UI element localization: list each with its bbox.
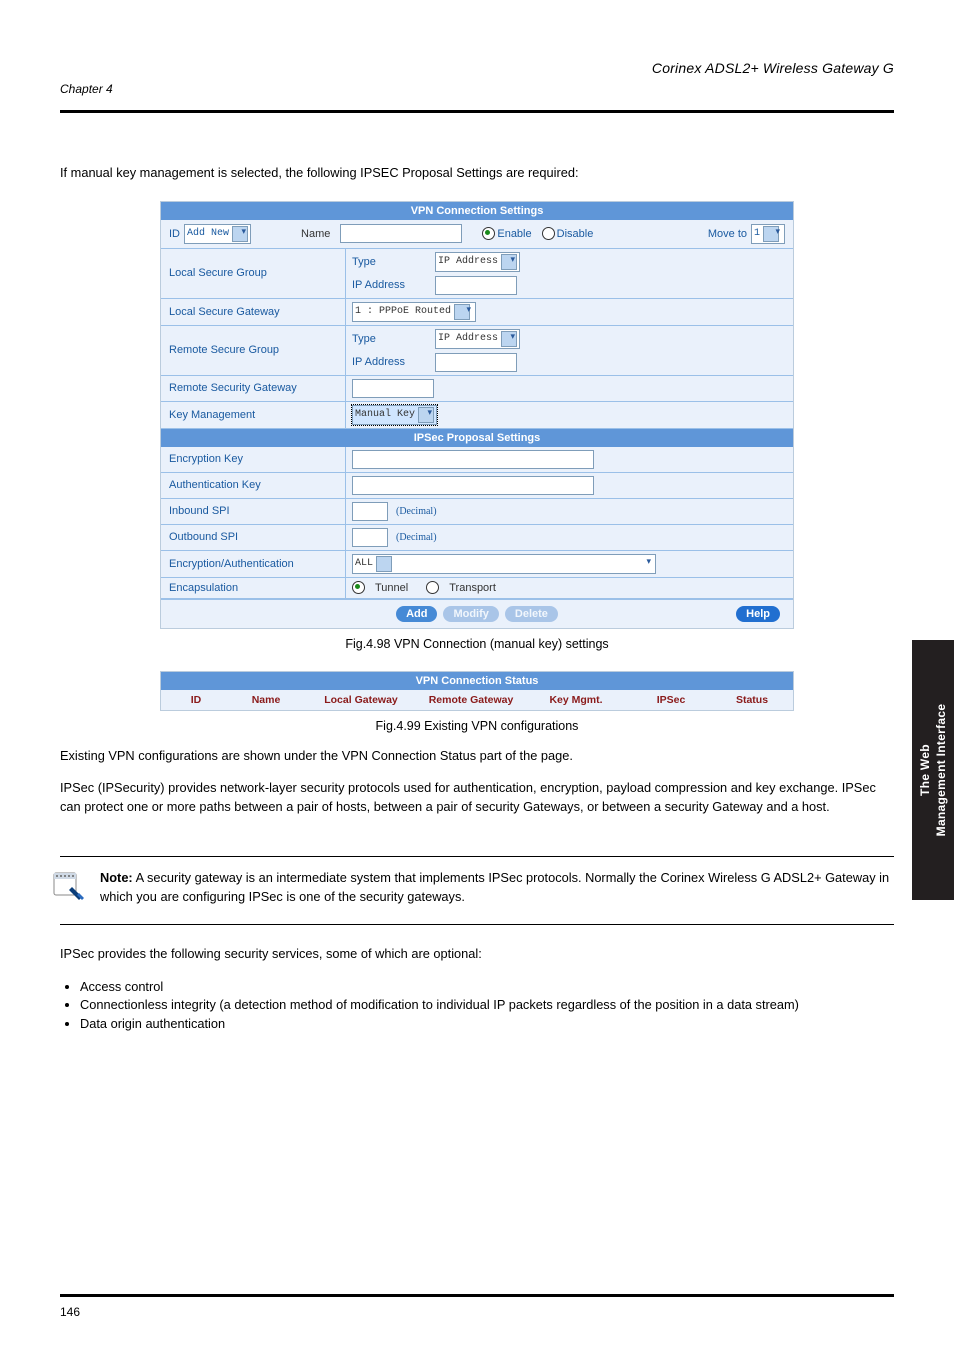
- transport-label: Transport: [449, 582, 496, 594]
- lsg-type-select[interactable]: IP Address: [435, 252, 520, 272]
- delete-button[interactable]: Delete: [505, 606, 558, 622]
- modify-button[interactable]: Modify: [443, 606, 498, 622]
- note-icon: [52, 871, 86, 901]
- id-label: ID: [169, 228, 180, 240]
- enc-auth-select[interactable]: ALL: [352, 554, 656, 574]
- figure-caption-2: Fig.4.99 Existing VPN configurations: [60, 719, 894, 733]
- figure-caption-1: Fig.4.98 VPN Connection (manual key) set…: [60, 637, 894, 651]
- th-name: Name: [231, 694, 301, 706]
- section-sidebar: The Web Management Interface: [912, 640, 954, 900]
- intro-paragraph: If manual key management is selected, th…: [60, 164, 894, 183]
- note-body: A security gateway is an intermediate sy…: [100, 870, 889, 904]
- rsg-type-label: Type: [352, 333, 427, 345]
- th-status: Status: [711, 694, 793, 706]
- help-button[interactable]: Help: [736, 606, 780, 622]
- bullet-list: Access control Connectionless integrity …: [60, 978, 894, 1034]
- encapsulation-label: Encapsulation: [161, 578, 346, 598]
- ipsec-paragraph-2: IPSec provides the following security se…: [60, 945, 894, 964]
- key-management-select[interactable]: Manual Key: [352, 405, 437, 425]
- page-number: 146: [60, 1305, 80, 1319]
- transport-radio[interactable]: [426, 581, 439, 594]
- inbound-spi-label: Inbound SPI: [161, 499, 346, 524]
- add-button[interactable]: Add: [396, 606, 437, 622]
- remote-secure-group-label: Remote Secure Group: [161, 326, 346, 375]
- after-status-paragraph: Existing VPN configurations are shown un…: [60, 747, 894, 766]
- disable-label: Disable: [557, 228, 594, 240]
- sidebar-line2: Management Interface: [934, 704, 948, 837]
- tunnel-label: Tunnel: [375, 582, 408, 594]
- sidebar-line1: The Web: [918, 744, 932, 796]
- note-box: Note: A security gateway is an intermedi…: [60, 856, 894, 925]
- th-local-gateway: Local Gateway: [301, 694, 421, 706]
- lsg-gateway-select[interactable]: 1 : PPPoE Routed: [352, 302, 476, 322]
- remote-security-gateway-input[interactable]: [352, 379, 434, 398]
- th-remote-gateway: Remote Gateway: [421, 694, 521, 706]
- id-row: ID Add New Name Enable Disable Move to 1: [161, 220, 793, 248]
- encryption-key-input[interactable]: [352, 450, 594, 469]
- rsg-ip-label: IP Address: [352, 356, 427, 368]
- enable-label: Enable: [497, 228, 531, 240]
- encryption-key-label: Encryption Key: [161, 447, 346, 472]
- local-secure-gateway-label: Local Secure Gateway: [161, 299, 346, 325]
- rsg-ip-input[interactable]: [435, 353, 517, 372]
- th-id: ID: [161, 694, 231, 706]
- th-ipsec: IPSec: [631, 694, 711, 706]
- vpn-settings-screenshot: VPN Connection Settings ID Add New Name …: [160, 201, 794, 629]
- vpn-status-screenshot: VPN Connection Status ID Name Local Gate…: [160, 671, 794, 711]
- lsg-type-label: Type: [352, 256, 427, 268]
- bullet-item: Data origin authentication: [80, 1015, 894, 1034]
- authentication-key-label: Authentication Key: [161, 473, 346, 498]
- moveto-select[interactable]: 1: [751, 224, 785, 244]
- id-select[interactable]: Add New: [184, 224, 251, 244]
- lsg-ip-input[interactable]: [435, 276, 517, 295]
- outbound-spi-label: Outbound SPI: [161, 525, 346, 550]
- chapter-label: Chapter 4: [60, 82, 894, 96]
- th-key-mgmt: Key Mgmt.: [521, 694, 631, 706]
- inbound-spi-suffix: (Decimal): [396, 506, 437, 517]
- vpn-status-title: VPN Connection Status: [161, 672, 793, 690]
- ipsec-proposal-title: IPSec Proposal Settings: [161, 429, 793, 447]
- disable-radio[interactable]: [542, 227, 555, 240]
- inbound-spi-input[interactable]: [352, 502, 388, 521]
- authentication-key-input[interactable]: [352, 476, 594, 495]
- enc-auth-label: Encryption/Authentication: [161, 551, 346, 577]
- key-management-label: Key Management: [161, 402, 346, 428]
- vpn-settings-title: VPN Connection Settings: [161, 202, 793, 220]
- name-input[interactable]: [340, 224, 462, 243]
- outbound-spi-input[interactable]: [352, 528, 388, 547]
- lsg-ip-label: IP Address: [352, 279, 427, 291]
- local-secure-group-label: Local Secure Group: [161, 249, 346, 298]
- rsg-type-select[interactable]: IP Address: [435, 329, 520, 349]
- ipsec-paragraph-1: IPSec (IPSecurity) provides network-laye…: [60, 779, 894, 816]
- note-prefix: Note:: [100, 870, 133, 885]
- moveto-label: Move to: [708, 228, 747, 240]
- product-title: Corinex ADSL2+ Wireless Gateway G: [60, 60, 894, 76]
- remote-security-gateway-label: Remote Security Gateway: [161, 376, 346, 401]
- bullet-item: Connectionless integrity (a detection me…: [80, 996, 894, 1015]
- name-label: Name: [301, 228, 330, 240]
- tunnel-radio[interactable]: [352, 581, 365, 594]
- outbound-spi-suffix: (Decimal): [396, 532, 437, 543]
- enable-radio[interactable]: [482, 227, 495, 240]
- bullet-item: Access control: [80, 978, 894, 997]
